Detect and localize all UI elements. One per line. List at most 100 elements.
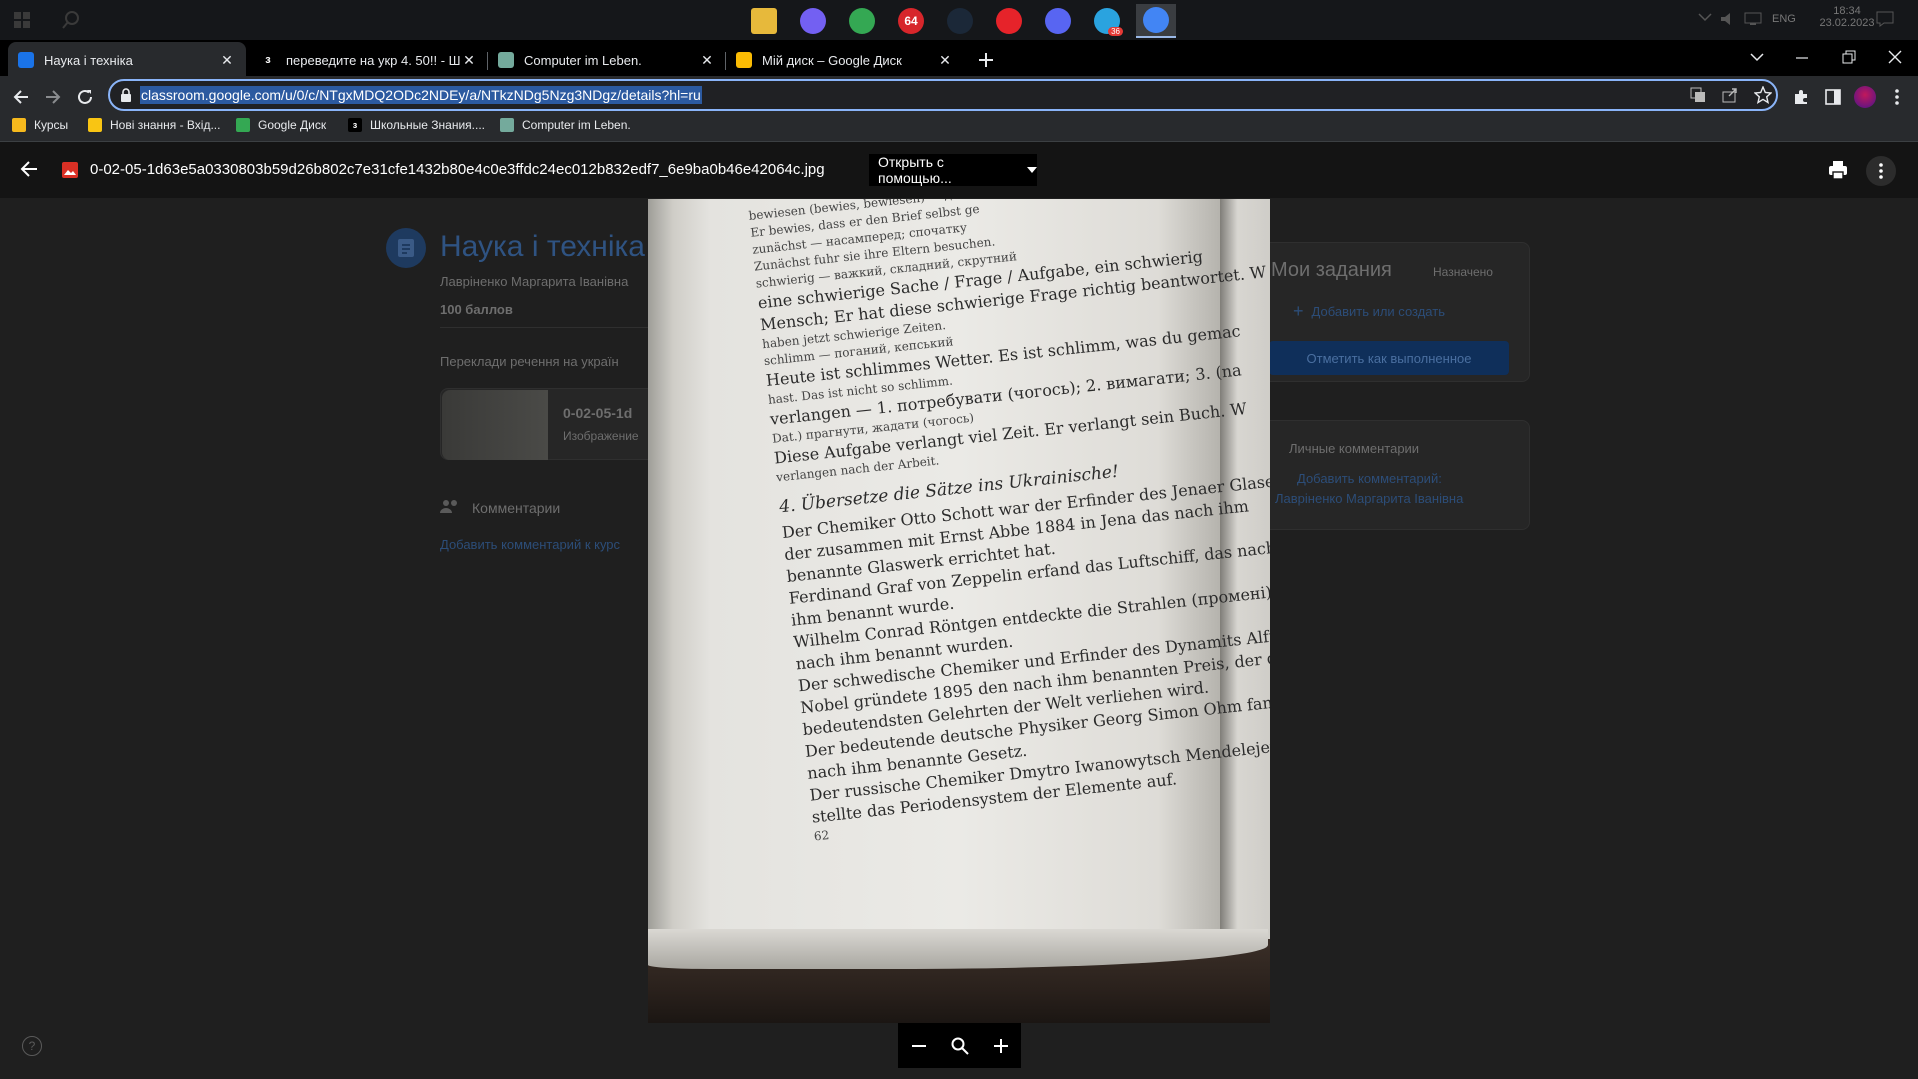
help-icon[interactable]: ? (22, 1036, 42, 1056)
comments-header: Комментарии (472, 500, 561, 516)
bookmark-item[interactable]: Google Диск (236, 118, 326, 132)
add-private-comment-link[interactable]: Добавить комментарий: (1297, 471, 1442, 486)
clock[interactable]: 18:34 23.02.2023 (1812, 5, 1882, 29)
bookmark-label: Нові знання - Вхід... (110, 118, 221, 132)
zoom-reset-icon[interactable] (946, 1032, 974, 1060)
address-bar[interactable]: classroom.google.com/u/0/c/NTgxMDQ2ODc2N… (108, 79, 1778, 111)
minimize-window-button[interactable] (1796, 52, 1808, 64)
browser-tab[interactable]: Мій диск – Google Диск ✕ (726, 42, 964, 78)
tab-separator (725, 52, 726, 70)
taskbar-app-steam[interactable] (940, 4, 980, 38)
open-with-dropdown[interactable]: Открыть с помощью... (869, 154, 1037, 186)
private-comments-card: Личные комментарии Добавить комментарий:… (1240, 420, 1530, 530)
lock-icon[interactable] (120, 88, 132, 102)
close-window-button[interactable] (1888, 50, 1902, 64)
side-panel-icon[interactable] (1820, 84, 1846, 110)
attachment-name: 0-02-05-1d (563, 405, 633, 421)
chrome-profile-icon (849, 8, 875, 34)
bookmarks-bar: Курсы Нові знання - Вхід... Google Диск з Шк… (0, 112, 1918, 142)
bookmark-label: Курсы (34, 118, 69, 132)
forward-button[interactable] (40, 84, 66, 110)
taskbar-app-chrome[interactable] (1136, 4, 1176, 38)
tab-title: переведите на укр 4. 50!! - Шко (286, 52, 460, 68)
windows-taskbar: 64 36 ENG 18:34 23.02.2023 (0, 0, 1918, 40)
browser-tab[interactable]: Наука і техніка ✕ (8, 42, 246, 78)
new-tab-button[interactable] (974, 48, 998, 72)
private-comment-recipient[interactable]: Лавріненко Маргарита Іванівна (1275, 491, 1463, 506)
chrome-menu-icon[interactable] (1884, 84, 1910, 110)
divider (440, 327, 650, 328)
notifications-icon[interactable] (1876, 11, 1894, 27)
add-class-comment-link[interactable]: Добавить комментарий к курс (440, 537, 620, 552)
browser-tab[interactable]: Computer im Leben. ✕ (488, 42, 726, 78)
restore-window-button[interactable] (1842, 50, 1856, 64)
bookmark-item[interactable]: Нові знання - Вхід... (88, 118, 220, 132)
extensions-puzzle-icon[interactable] (1788, 84, 1814, 110)
bookmark-star-icon[interactable] (1754, 86, 1772, 104)
tab-favicon-icon (18, 52, 34, 68)
print-icon[interactable] (1828, 160, 1848, 180)
tab-title: Мій диск – Google Диск (762, 52, 902, 68)
taskbar-app-file-explorer[interactable] (744, 4, 784, 38)
reload-button[interactable] (72, 84, 98, 110)
caret-down-icon (1027, 167, 1037, 173)
tab-title: Наука і техніка (44, 52, 133, 68)
url-text[interactable]: classroom.google.com/u/0/c/NTgxMDQ2ODc2N… (140, 86, 702, 104)
taskbar-app-viber[interactable] (793, 4, 833, 38)
windows-start-icon[interactable] (14, 12, 30, 28)
my-work-card: Мои задания Назначено + Добавить или созд… (1240, 242, 1530, 382)
mark-as-done-button[interactable]: Отметить как выполненное (1269, 341, 1509, 375)
file-name: 0-02-05-1d63e5a0330803b59d26b802c7e31cfe… (90, 161, 825, 178)
steam-icon (947, 8, 973, 34)
image-file-icon (62, 162, 78, 178)
back-button[interactable] (8, 84, 34, 110)
clock-date: 23.02.2023 (1819, 17, 1875, 29)
attachment-type: Изображение (563, 429, 639, 443)
bookmark-item[interactable]: з Школьные Знания.... (348, 118, 485, 132)
tab-search-chevron-icon[interactable] (1750, 52, 1764, 62)
bookmark-item[interactable]: Курсы (12, 118, 68, 132)
tab-favicon-icon: з (260, 52, 276, 68)
zoom-out-button[interactable] (905, 1032, 933, 1060)
translate-icon[interactable] (1690, 87, 1706, 103)
page-text: bewiesen (bewies, bewiesen) — доводити Er… (748, 199, 1270, 846)
volume-icon[interactable] (1720, 12, 1736, 26)
tab-favicon-icon (736, 52, 752, 68)
instructions-text: Переклади речення на україн (440, 354, 619, 369)
tab-close-icon[interactable]: ✕ (936, 52, 954, 69)
tray-language[interactable]: ENG (1772, 13, 1796, 25)
tray-chevron-icon[interactable] (1698, 12, 1712, 22)
viber-icon (800, 8, 826, 34)
textbook-photo: bewiesen (bewies, bewiesen) — доводити Er… (648, 199, 1270, 1023)
more-options-icon[interactable] (1866, 156, 1896, 186)
bookmark-favicon-icon (500, 118, 514, 132)
tab-close-icon[interactable]: ✕ (218, 52, 236, 69)
search-icon[interactable] (62, 11, 80, 29)
taskbar-app-telegram[interactable]: 36 (1087, 4, 1127, 38)
clock-time: 18:34 (1833, 5, 1861, 17)
file-viewer-header: 0-02-05-1d63e5a0330803b59d26b802c7e31cfe… (0, 142, 1918, 198)
zoom-controls (898, 1023, 1021, 1068)
close-viewer-back-button[interactable] (20, 160, 38, 178)
bookmark-favicon-icon (88, 118, 102, 132)
plus-icon: + (1293, 301, 1304, 321)
attachment-card[interactable]: 0-02-05-1d Изображение (440, 388, 670, 460)
comments-icon (440, 498, 460, 514)
share-icon[interactable] (1722, 87, 1738, 103)
assignment-title: Наука і техніка (440, 230, 645, 263)
taskbar-app-opera[interactable] (989, 4, 1029, 38)
bookmark-item[interactable]: Computer im Leben. (500, 118, 631, 132)
add-or-create-button[interactable]: + Добавить или создать (1293, 301, 1445, 322)
bookmark-label: Школьные Знания.... (370, 118, 486, 132)
network-icon[interactable] (1744, 12, 1762, 26)
zoom-in-button[interactable] (987, 1032, 1015, 1060)
tab-close-icon[interactable]: ✕ (698, 52, 716, 69)
taskbar-app-app-64[interactable]: 64 (891, 4, 931, 38)
taskbar-app-chrome-profile[interactable] (842, 4, 882, 38)
my-work-title: Мои задания (1271, 259, 1392, 281)
profile-avatar[interactable] (1852, 84, 1878, 110)
points: 100 баллов (440, 302, 513, 317)
taskbar-app-discord[interactable] (1038, 4, 1078, 38)
browser-tab[interactable]: з переведите на укр 4. 50!! - Шко ✕ (250, 42, 488, 78)
tab-close-icon[interactable]: ✕ (460, 52, 478, 69)
